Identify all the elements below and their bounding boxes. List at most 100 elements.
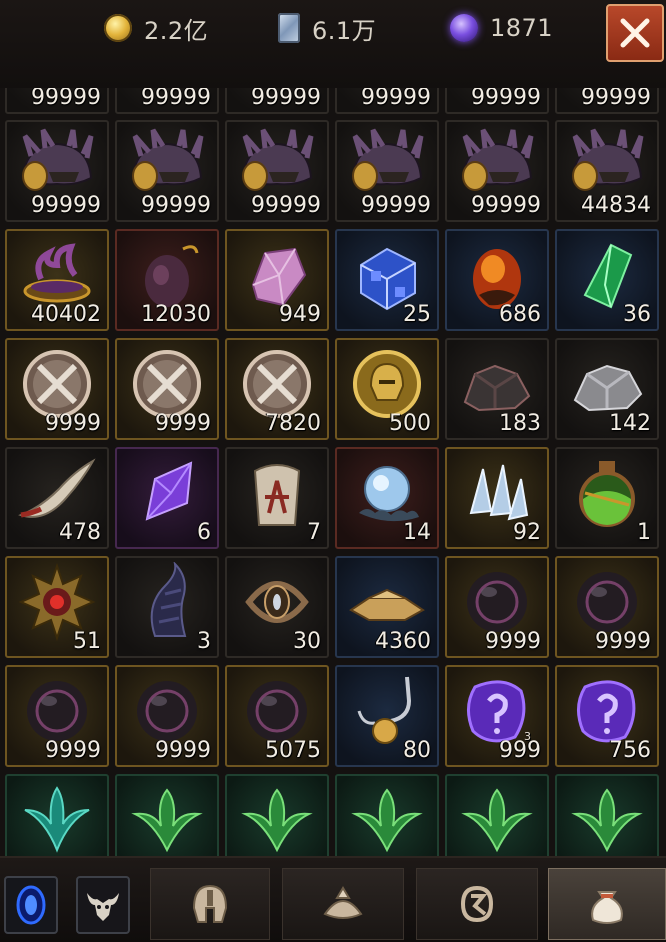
item-count: 500 bbox=[389, 411, 431, 436]
inventory-slot[interactable]: 949 bbox=[225, 229, 329, 331]
inventory-slot[interactable]: 183 bbox=[445, 338, 549, 440]
gold-currency: 2.2亿 bbox=[104, 12, 208, 45]
tab-bag[interactable] bbox=[548, 868, 666, 940]
inventory-slot-partial[interactable]: 99999 bbox=[555, 88, 659, 114]
inventory-slot[interactable]: 6 bbox=[115, 447, 219, 549]
inventory-slot[interactable]: 80 bbox=[335, 665, 439, 767]
inventory-grid: 99999 99999 99999 99999 99999 99999 99999 9999… bbox=[3, 88, 663, 856]
item-count: 756 bbox=[609, 738, 651, 763]
rune-icon bbox=[460, 885, 494, 923]
item-count: 9999 bbox=[155, 738, 211, 763]
inventory-slot[interactable]: 99999 bbox=[115, 120, 219, 222]
tab-ring[interactable] bbox=[282, 868, 404, 940]
inventory-slot[interactable]: 7 bbox=[225, 447, 329, 549]
tab-helmet[interactable] bbox=[150, 868, 270, 940]
inventory-slot[interactable]: 36 bbox=[555, 229, 659, 331]
item-count: 25 bbox=[403, 302, 431, 327]
item-count: 40402 bbox=[31, 302, 101, 327]
currency-bar: 2.2亿 6.1万 1871 bbox=[0, 0, 666, 88]
inventory-slot[interactable] bbox=[335, 774, 439, 856]
blue-orb-button[interactable] bbox=[4, 876, 58, 934]
item-count: 92 bbox=[513, 520, 541, 545]
inventory-slot[interactable]: 99999 bbox=[225, 120, 329, 222]
item-count: 30 bbox=[293, 629, 321, 654]
item-count: 7 bbox=[307, 520, 321, 545]
inventory-slot[interactable]: 7820 bbox=[225, 338, 329, 440]
inventory-slot[interactable]: 9999 bbox=[555, 556, 659, 658]
inventory-slot[interactable]: 99999 bbox=[5, 120, 109, 222]
bull-skull-icon bbox=[87, 893, 119, 921]
inventory-slot[interactable]: 40402 bbox=[5, 229, 109, 331]
inventory-slot[interactable] bbox=[225, 774, 329, 856]
item-count: 14 bbox=[403, 520, 431, 545]
inventory-slot[interactable]: 99999 bbox=[335, 120, 439, 222]
item-count: 99999 bbox=[361, 193, 431, 218]
bull-skull-button[interactable] bbox=[76, 876, 130, 934]
inventory-slot-partial[interactable]: 99999 bbox=[225, 88, 329, 114]
item-count: 99999 bbox=[31, 193, 101, 218]
inventory-slot[interactable]: 5075 bbox=[225, 665, 329, 767]
inventory-slot[interactable] bbox=[115, 774, 219, 856]
inventory-slot[interactable]: 44834 bbox=[555, 120, 659, 222]
inventory-slot[interactable]: 478 bbox=[5, 447, 109, 549]
item-count: 99999 bbox=[251, 193, 321, 218]
item-count: 949 bbox=[279, 302, 321, 327]
item-count: 478 bbox=[59, 520, 101, 545]
orb-currency: 1871 bbox=[450, 12, 553, 44]
orb-amount: 1871 bbox=[490, 14, 554, 42]
item-count: 80 bbox=[403, 738, 431, 763]
item-count: 51 bbox=[73, 629, 101, 654]
inventory-slot[interactable]: 756 bbox=[555, 665, 659, 767]
card-amount: 6.1万 bbox=[312, 16, 377, 45]
inventory-slot[interactable]: 3 bbox=[115, 556, 219, 658]
inventory-slot[interactable]: 9999 bbox=[5, 338, 109, 440]
inventory-slot[interactable]: 30 bbox=[225, 556, 329, 658]
item-count: 6 bbox=[197, 520, 211, 545]
inventory-slot[interactable]: 4360 bbox=[335, 556, 439, 658]
item-count: 5075 bbox=[265, 738, 321, 763]
helmet-icon bbox=[192, 884, 228, 923]
inventory-slot[interactable]: 686 bbox=[445, 229, 549, 331]
ring-icon bbox=[323, 886, 363, 919]
inventory-slot[interactable]: 14 bbox=[335, 447, 439, 549]
inventory-slot[interactable]: 99999 bbox=[445, 120, 549, 222]
inventory-slot-partial[interactable]: 99999 bbox=[115, 88, 219, 114]
inventory-slot[interactable]: 12030 bbox=[115, 229, 219, 331]
inventory-slot-partial[interactable]: 99999 bbox=[445, 88, 549, 114]
inventory-slot-partial[interactable]: 99999 bbox=[5, 88, 109, 114]
item-count: 99999 bbox=[581, 88, 651, 110]
inventory-slot[interactable]: 9999 bbox=[5, 665, 109, 767]
item-count: 999 bbox=[499, 738, 541, 763]
inventory-slot[interactable]: 142 bbox=[555, 338, 659, 440]
tab-rune[interactable] bbox=[416, 868, 538, 940]
inventory-slot[interactable]: 9999 bbox=[445, 556, 549, 658]
inventory-slot[interactable] bbox=[5, 774, 109, 856]
item-count: 9999 bbox=[155, 411, 211, 436]
inventory-slot[interactable]: 9999 bbox=[115, 665, 219, 767]
close-icon bbox=[620, 18, 650, 48]
inventory-slot-partial[interactable]: 99999 bbox=[335, 88, 439, 114]
item-count: 99999 bbox=[361, 88, 431, 110]
item-count: 99999 bbox=[471, 88, 541, 110]
item-count: 7820 bbox=[265, 411, 321, 436]
inventory-slot[interactable]: 1 bbox=[555, 447, 659, 549]
close-button[interactable] bbox=[606, 4, 664, 62]
item-count: 99999 bbox=[251, 88, 321, 110]
inventory-slot[interactable]: 25 bbox=[335, 229, 439, 331]
inventory-slot[interactable] bbox=[555, 774, 659, 856]
inventory-slot[interactable]: 51 bbox=[5, 556, 109, 658]
inventory-slot[interactable]: 9999 bbox=[115, 338, 219, 440]
item-count: 1 bbox=[637, 520, 651, 545]
bag-icon bbox=[591, 891, 623, 924]
inventory-slot[interactable]: 92 bbox=[445, 447, 549, 549]
item-count: 3 bbox=[197, 629, 211, 654]
item-count: 99999 bbox=[141, 193, 211, 218]
bottom-bar bbox=[0, 856, 666, 942]
inventory-slot[interactable] bbox=[445, 774, 549, 856]
item-count: 99999 bbox=[471, 193, 541, 218]
gold-coin-icon bbox=[104, 14, 132, 42]
item-count: 12030 bbox=[141, 302, 211, 327]
item-count: 183 bbox=[499, 411, 541, 436]
inventory-slot[interactable]: 500 bbox=[335, 338, 439, 440]
inventory-slot[interactable]: 3 999 bbox=[445, 665, 549, 767]
